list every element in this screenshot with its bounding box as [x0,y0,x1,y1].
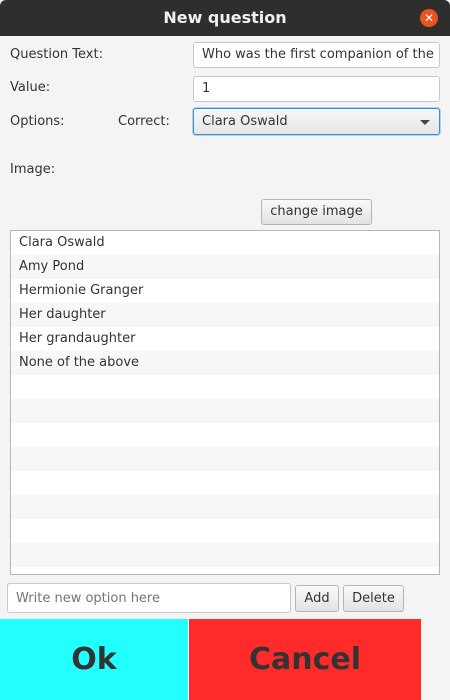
value-input[interactable]: 1 [193,76,440,102]
add-option-button[interactable]: Add [295,585,339,612]
empty-list-row [11,519,439,543]
options-label: Options: [10,114,65,129]
empty-list-row [11,423,439,447]
new-question-dialog: New question ✕ Question Text: Who was th… [0,0,450,700]
close-button[interactable]: ✕ [420,9,438,27]
ok-button[interactable]: Ok [0,619,188,700]
window-title: New question [163,8,287,27]
value-label: Value: [10,80,51,95]
empty-list-row [11,399,439,423]
options-list[interactable]: Clara Oswald Amy Pond Hermionie Granger Her… [10,230,440,575]
change-image-button[interactable]: change image [261,199,372,225]
correct-answer-value: Clara Oswald [202,114,288,129]
correct-answer-select[interactable]: Clara Oswald [193,108,440,135]
empty-list-row [11,471,439,495]
title-bar: New question ✕ [0,0,450,36]
image-label: Image: [10,162,56,177]
list-item[interactable]: Amy Pond [11,255,439,279]
empty-list-row [11,375,439,399]
list-item[interactable]: Clara Oswald [11,231,439,255]
empty-list-row [11,447,439,471]
delete-option-button[interactable]: Delete [343,585,404,612]
empty-list-row [11,543,439,567]
chevron-down-icon [420,120,430,125]
cancel-button[interactable]: Cancel [189,619,421,700]
question-text-label: Question Text: [10,47,103,62]
question-text-input[interactable]: Who was the first companion of the [193,42,440,68]
list-item[interactable]: Her grandaughter [11,327,439,351]
correct-label: Correct: [118,114,170,129]
close-icon: ✕ [423,11,435,25]
list-item[interactable]: Hermionie Granger [11,279,439,303]
empty-list-row [11,495,439,519]
list-item[interactable]: None of the above [11,351,439,375]
list-item[interactable]: Her daughter [11,303,439,327]
new-option-input[interactable] [7,583,291,613]
